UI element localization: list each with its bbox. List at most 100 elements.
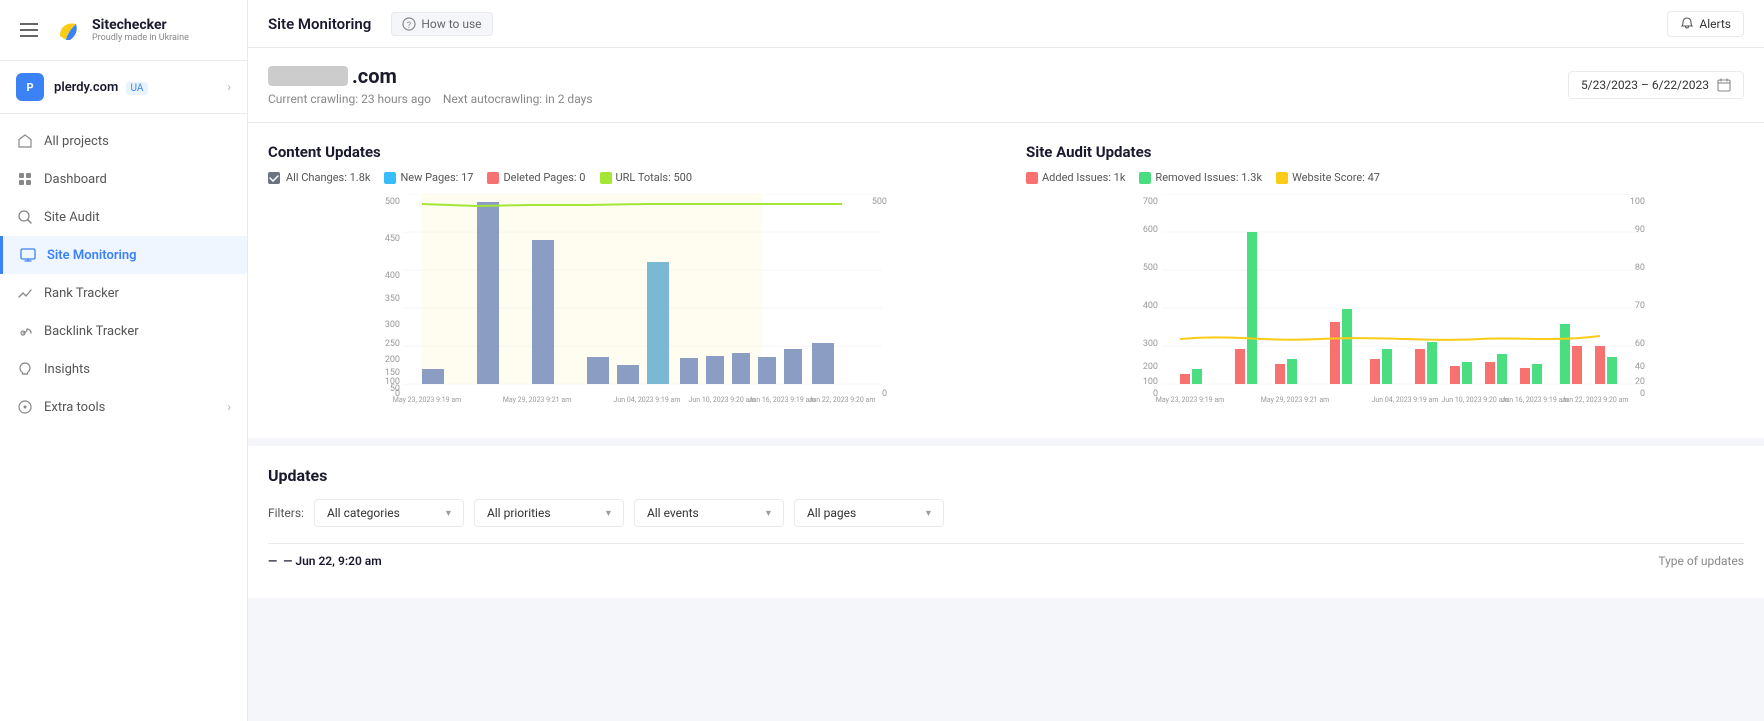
charts-section: Content Updates All Changes: 1.8k New Pa… [248, 123, 1764, 438]
svg-text:Jun 16, 2023 9:19 am: Jun 16, 2023 9:19 am [749, 396, 816, 404]
svg-text:600: 600 [1143, 225, 1158, 235]
svg-text:500: 500 [1143, 263, 1158, 273]
site-audit-legend: Added Issues: 1k Removed Issues: 1.3k We… [1026, 171, 1744, 184]
site-audit-title: Site Audit Updates [1026, 143, 1744, 161]
svg-text:500: 500 [385, 197, 400, 207]
legend-label: Website Score: 47 [1292, 171, 1380, 184]
svg-text:May 23, 2023 9:19 am: May 23, 2023 9:19 am [393, 396, 462, 404]
project-name: plerdy.com [54, 80, 118, 95]
type-of-updates-label: Type of updates [1658, 554, 1744, 568]
sidebar-item-label: Backlink Tracker [44, 324, 139, 339]
sidebar-item-dashboard[interactable]: Dashboard [0, 160, 247, 198]
sidebar-nav: All projects Dashboard Site Audit Site M… [0, 114, 247, 721]
svg-text:250: 250 [385, 339, 400, 349]
svg-text:0: 0 [1640, 389, 1645, 399]
chevron-right-icon: › [227, 80, 231, 94]
svg-text:70: 70 [1635, 301, 1645, 311]
legend-label: URL Totals: 500 [616, 171, 693, 184]
chevron-down-icon: ▾ [446, 508, 451, 519]
sidebar-item-rank-tracker[interactable]: Rank Tracker [0, 274, 247, 312]
legend-label: New Pages: 17 [400, 171, 473, 184]
rank-icon [16, 284, 34, 302]
site-info: .com Current crawling: 23 hours ago Next… [268, 64, 593, 106]
date-range-picker[interactable]: 5/23/2023 – 6/22/2023 [1568, 71, 1744, 99]
crawl-info: Current crawling: 23 hours ago Next auto… [268, 92, 593, 106]
project-info: plerdy.com UA [54, 80, 217, 95]
site-audit-updates-chart: Site Audit Updates Added Issues: 1k Remo… [1026, 143, 1744, 418]
sidebar-item-site-monitoring[interactable]: Site Monitoring [0, 236, 247, 274]
sidebar-item-label: Rank Tracker [44, 286, 119, 301]
filters-label: Filters: [268, 506, 304, 520]
events-value: All events [647, 506, 699, 520]
hamburger-menu[interactable] [16, 19, 42, 41]
scrollable-content: .com Current crawling: 23 hours ago Next… [248, 48, 1764, 721]
svg-text:90: 90 [1635, 225, 1645, 235]
legend-color [600, 172, 612, 184]
logo-text: Sitechecker Proudly made in Ukraine [92, 17, 189, 43]
insights-icon [16, 360, 34, 378]
chevron-down-icon: ▾ [766, 508, 771, 519]
legend-label: Added Issues: 1k [1042, 171, 1125, 184]
topbar: Site Monitoring ? How to use Alerts [248, 0, 1764, 48]
events-filter[interactable]: All events ▾ [634, 499, 784, 527]
svg-text:400: 400 [1143, 301, 1158, 311]
pages-value: All pages [807, 506, 856, 520]
logo: Sitechecker Proudly made in Ukraine [52, 14, 189, 46]
content-updates-chart: Content Updates All Changes: 1.8k New Pa… [268, 143, 986, 418]
project-icon: P [16, 73, 44, 101]
svg-text:Jun 16, 2023 9:19 am: Jun 16, 2023 9:19 am [1502, 396, 1569, 404]
categories-filter[interactable]: All categories ▾ [314, 499, 464, 527]
home-icon [16, 132, 34, 150]
sidebar-item-label: Site Audit [44, 210, 100, 225]
domain-suffix: .com [352, 64, 397, 88]
sidebar-item-label: Extra tools [44, 400, 105, 415]
categories-value: All categories [327, 506, 400, 520]
legend-label: Deleted Pages: 0 [503, 171, 585, 184]
svg-text:May 23, 2023 9:19 am: May 23, 2023 9:19 am [1156, 396, 1225, 404]
updates-date-row: — — Jun 22, 9:20 am Type of updates [268, 543, 1744, 578]
updates-date: — — Jun 22, 9:20 am [268, 554, 382, 568]
svg-text:May 29, 2023 9:21 am: May 29, 2023 9:21 am [1261, 396, 1330, 404]
sidebar-item-label: Insights [44, 362, 90, 377]
sidebar-item-label: Dashboard [44, 172, 107, 187]
calendar-icon [1717, 78, 1731, 92]
svg-text:60: 60 [1635, 339, 1645, 349]
legend-all-changes: All Changes: 1.8k [268, 171, 370, 184]
backlink-icon [16, 322, 34, 340]
site-header: .com Current crawling: 23 hours ago Next… [248, 48, 1764, 123]
svg-text:0: 0 [882, 389, 887, 399]
logo-name: Sitechecker [92, 17, 189, 33]
site-audit-chart-svg: 700 600 500 400 300 200 100 0 100 90 80 … [1026, 194, 1744, 414]
sidebar-item-extra-tools[interactable]: Extra tools › [0, 388, 247, 426]
legend-color [1139, 172, 1151, 184]
legend-color [1026, 172, 1038, 184]
content-updates-legend: All Changes: 1.8k New Pages: 17 Deleted … [268, 171, 986, 184]
how-to-use-label: How to use [421, 17, 481, 31]
sidebar: Sitechecker Proudly made in Ukraine P pl… [0, 0, 248, 721]
pages-filter[interactable]: All pages ▾ [794, 499, 944, 527]
crawl-current: Current crawling: 23 hours ago [268, 92, 431, 106]
sidebar-item-insights[interactable]: Insights [0, 350, 247, 388]
priorities-value: All priorities [487, 506, 551, 520]
sidebar-item-site-audit[interactable]: Site Audit [0, 198, 247, 236]
updates-title: Updates [268, 466, 1744, 485]
alerts-button[interactable]: Alerts [1667, 11, 1744, 37]
page-title: Site Monitoring [268, 15, 371, 33]
legend-removed-issues: Removed Issues: 1.3k [1139, 171, 1262, 184]
charts-row: Content Updates All Changes: 1.8k New Pa… [268, 143, 1744, 418]
svg-text:20: 20 [1635, 377, 1645, 387]
tools-icon [16, 398, 34, 416]
svg-text:80: 80 [1635, 263, 1645, 273]
site-domain: .com [268, 64, 593, 88]
svg-text:100: 100 [1143, 377, 1158, 387]
svg-text:?: ? [407, 21, 411, 31]
legend-label: Removed Issues: 1.3k [1155, 171, 1262, 184]
monitor-icon [19, 246, 37, 264]
svg-text:300: 300 [385, 320, 400, 330]
sidebar-item-all-projects[interactable]: All projects [0, 122, 247, 160]
how-to-use-button[interactable]: ? How to use [391, 12, 492, 36]
priorities-filter[interactable]: All priorities ▾ [474, 499, 624, 527]
chevron-down-icon: ▾ [926, 508, 931, 519]
project-selector[interactable]: P plerdy.com UA › [0, 61, 247, 114]
sidebar-item-backlink-tracker[interactable]: Backlink Tracker [0, 312, 247, 350]
